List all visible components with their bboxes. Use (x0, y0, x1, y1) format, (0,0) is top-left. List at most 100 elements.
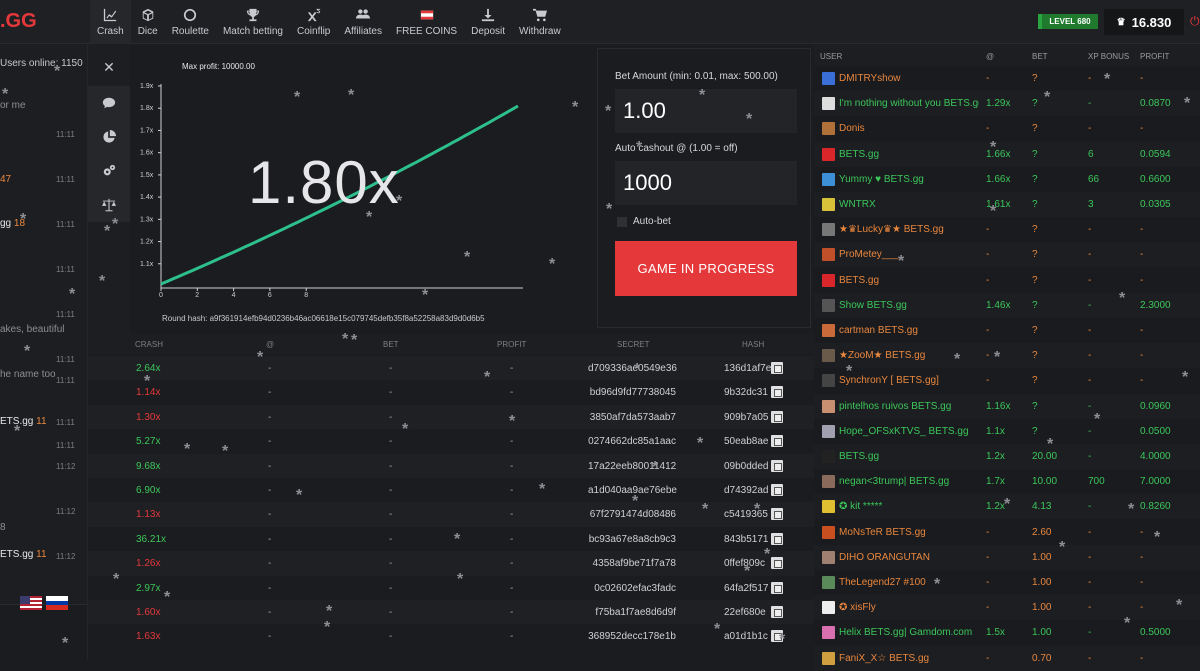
player-name[interactable]: DIHO ORANGUTAN (839, 552, 979, 563)
player-name[interactable]: MoNsTeR BETS.gg (839, 527, 979, 538)
chat-username[interactable]: gg (0, 218, 11, 229)
nav-crash[interactable]: Crash (90, 0, 131, 44)
balance-display[interactable]: ♛ 16.830 (1104, 9, 1184, 35)
player-name[interactable]: ✪ xisFly (839, 602, 979, 613)
gears-icon[interactable] (100, 162, 118, 180)
player-row[interactable]: BETS.gg 1.66x? 6 0.0594 (814, 141, 1200, 167)
player-name[interactable]: FaniX_X☆ BETS.gg (839, 653, 979, 664)
history-row[interactable]: 36.21x - - - bc93a67e8a8cb9c3 843b5171 (88, 526, 814, 552)
player-row[interactable]: cartman BETS.gg -? - - (814, 318, 1200, 343)
player-row[interactable]: Donis -? - - (814, 116, 1200, 141)
player-row[interactable]: Helix BETS.gg| Gamdom.com 1.5x 1.00 - 0.5000 (814, 620, 1200, 645)
player-row[interactable]: DMITRYshow -? - - (814, 66, 1200, 91)
ru-flag-icon[interactable] (46, 596, 68, 610)
player-row[interactable]: BETS.gg 1.2x 20.00 - 4.0000 (814, 444, 1200, 469)
copy-icon[interactable] (771, 362, 783, 374)
copy-icon[interactable] (771, 410, 783, 423)
copy-icon[interactable] (771, 459, 783, 472)
player-name[interactable]: BETS.gg (839, 451, 979, 462)
pie-chart-icon[interactable] (100, 128, 118, 146)
history-row[interactable]: 1.13x - - - 67f2791474d08486 c5419365 (88, 502, 814, 528)
player-name[interactable]: Show BETS.gg (839, 300, 979, 311)
auto-cashout-input[interactable] (615, 161, 797, 205)
nav-roulette[interactable]: Roulette (165, 0, 216, 44)
copy-icon[interactable] (771, 557, 783, 570)
history-row[interactable]: 1.14x - - - bd96d9fd77738045 9b32dc31 (88, 380, 814, 406)
bet-amount-input[interactable] (615, 89, 797, 133)
player-row[interactable]: Show BETS.gg 1.46x? - 2.3000 (814, 292, 1200, 318)
player-name[interactable]: BETS.gg (839, 275, 979, 286)
copy-icon[interactable] (771, 581, 783, 594)
power-icon[interactable]: ⏻ (1190, 14, 1200, 29)
chat-user-fragment[interactable]: ETS.gg 11 (0, 549, 47, 560)
history-row[interactable]: 1.30x - - - 3850af7da573aab7 909b7a05 (88, 404, 814, 430)
nav-deposit[interactable]: Deposit (464, 0, 512, 44)
nav-withdraw[interactable]: Withdraw (512, 0, 568, 44)
chat-input-bar[interactable] (0, 604, 87, 660)
copy-icon[interactable] (771, 532, 783, 545)
balance-scale-icon[interactable] (100, 196, 118, 214)
player-row[interactable]: SynchronY [ BETS.gg] -? - - (814, 368, 1200, 393)
player-row[interactable]: ★ZooM★ BETS.gg -? - - (814, 343, 1200, 369)
player-name[interactable]: TheLegend27 #100 (839, 577, 979, 588)
player-name[interactable]: BETS.gg (839, 149, 979, 160)
chat-user-fragment[interactable]: gg 18 (0, 218, 25, 229)
copy-icon[interactable] (771, 508, 783, 521)
player-row[interactable]: DIHO ORANGUTAN -1.00- - (814, 544, 1200, 570)
history-row[interactable]: 2.64x - - - d709336ae0549e36 136d1af7e (88, 356, 814, 381)
player-row[interactable]: TheLegend27 #100-1.00- - (814, 570, 1200, 595)
site-logo[interactable]: .GG (0, 10, 37, 33)
player-row[interactable]: ✪ xisFly -1.00- - (814, 595, 1200, 621)
chat-user-fragment[interactable]: ETS.gg 11 (0, 416, 47, 427)
history-row[interactable]: 1.26x - - - 4358af9be71f7a78 0ffef809c (88, 551, 814, 577)
copy-icon[interactable] (771, 630, 783, 643)
chat-username[interactable]: ETS.gg (0, 549, 33, 560)
player-name[interactable]: Hope_OFSxKTVS_ BETS.gg (839, 426, 979, 437)
chat-bubble-icon[interactable] (100, 94, 118, 112)
history-row[interactable]: 9.68x - - - 17a22eeb80011412 09b0dded (88, 453, 814, 479)
nav-free-coins[interactable]: FREE COINS (389, 0, 464, 44)
copy-icon[interactable] (771, 386, 783, 399)
player-name[interactable]: SynchronY [ BETS.gg] (839, 375, 979, 386)
player-name[interactable]: pintelhos ruivos BETS.gg (839, 401, 979, 412)
chat-username[interactable]: ETS.gg (0, 416, 33, 427)
history-row[interactable]: 5.27x - - - 0274662dc85a1aac 50eab8ae (88, 429, 814, 455)
nav-coinflip[interactable]: Coinflip (290, 0, 337, 44)
player-row[interactable]: WNTRX 1.61x? 3 0.0305 (814, 192, 1200, 217)
nav-affiliates[interactable]: Affiliates (337, 0, 389, 44)
player-name[interactable]: Helix BETS.gg| Gamdom.com (839, 627, 979, 638)
close-icon[interactable]: ✕ (100, 58, 118, 76)
history-row[interactable]: 1.60x - - - f75ba1f7ae8d6d9f 22ef680e (88, 600, 814, 625)
player-name[interactable]: I'm nothing without you BETS.gg (839, 98, 979, 109)
copy-icon[interactable] (771, 435, 783, 448)
player-row[interactable]: BETS.gg -? - - (814, 268, 1200, 293)
us-flag-icon[interactable] (20, 596, 42, 610)
player-name[interactable]: Yummy ♥ BETS.gg (839, 174, 979, 185)
player-name[interactable]: ★♛Lucky♛★ BETS.gg (839, 224, 979, 235)
player-row[interactable]: ✪ kit ***** 1.2x 4.13 - 0.8260 (814, 494, 1200, 520)
history-row[interactable]: 6.90x - - - a1d040aa9ae76ebe d74392ad (88, 478, 814, 503)
player-name[interactable]: negan<3trump| BETS.gg (839, 476, 979, 487)
player-row[interactable]: I'm nothing without you BETS.gg 1.29x? - 0.… (814, 91, 1200, 117)
player-row[interactable]: MoNsTeR BETS.gg -2.60- - (814, 520, 1200, 545)
player-name[interactable]: WNTRX (839, 199, 979, 210)
nav-match-betting[interactable]: Match betting (216, 0, 290, 44)
player-row[interactable]: Yummy ♥ BETS.gg 1.66x? 66 0.6600 (814, 167, 1200, 192)
player-name[interactable]: ★ZooM★ BETS.gg (839, 350, 979, 361)
player-name[interactable]: ProMetey___ (839, 249, 979, 260)
player-name[interactable]: DMITRYshow (839, 73, 979, 84)
game-in-progress-button[interactable]: GAME IN PROGRESS (615, 241, 797, 296)
player-row[interactable]: pintelhos ruivos BETS.gg 1.16x? - 0.0960 (814, 393, 1200, 419)
player-row[interactable]: negan<3trump| BETS.gg 1.7x 10.00 700 7.0000 (814, 469, 1200, 494)
copy-icon[interactable] (771, 606, 783, 618)
player-row[interactable]: Hope_OFSxKTVS_ BETS.gg 1.1x? - 0.0500 (814, 419, 1200, 444)
player-row[interactable]: ★♛Lucky♛★ BETS.gg -? - - (814, 217, 1200, 242)
auto-bet-checkbox[interactable] (617, 217, 627, 227)
player-name[interactable]: cartman BETS.gg (839, 325, 979, 336)
player-name[interactable]: ✪ kit ***** (839, 501, 979, 512)
player-row[interactable]: ProMetey___ -? - - (814, 242, 1200, 268)
player-name[interactable]: Donis (839, 123, 979, 134)
copy-icon[interactable] (771, 484, 783, 496)
history-row[interactable]: 1.63x - - - 368952decc178e1b a01d1b1c (88, 624, 814, 650)
player-row[interactable]: FaniX_X☆ BETS.gg -0.70- - (814, 645, 1200, 671)
